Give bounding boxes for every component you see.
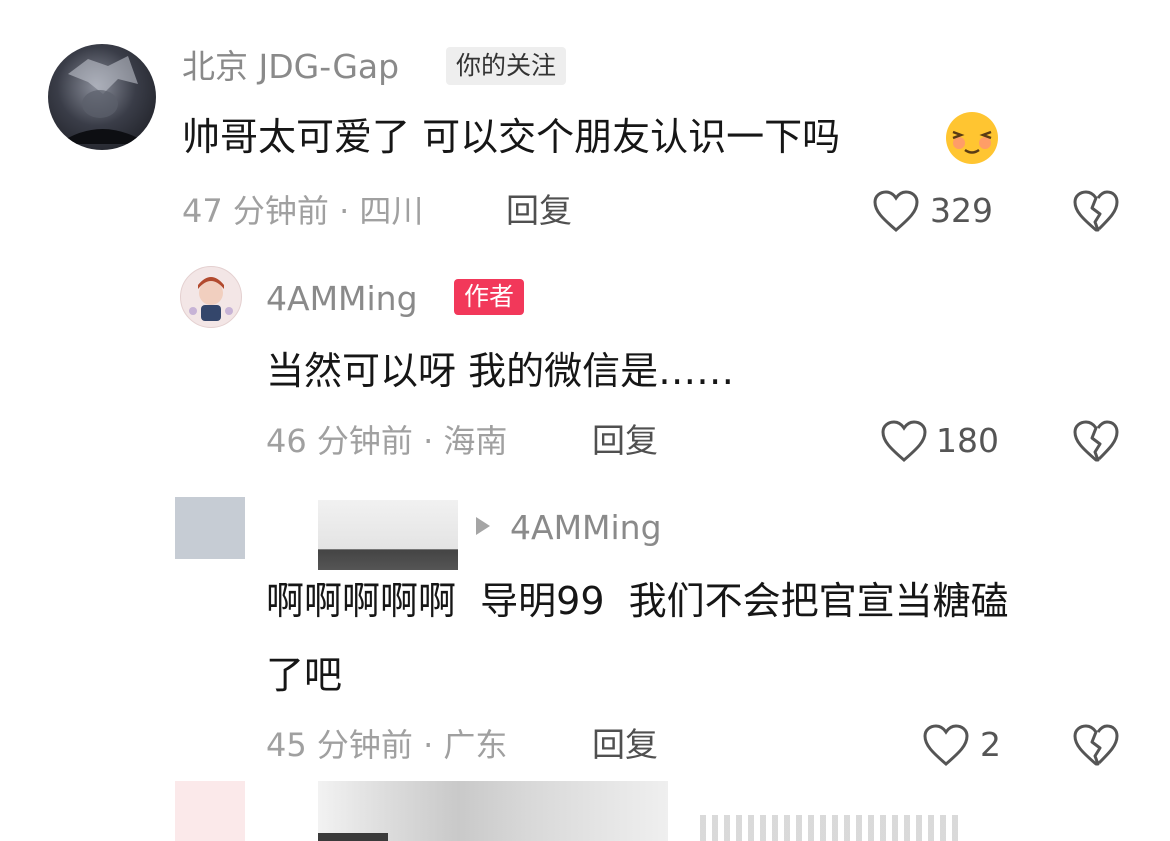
- reply-to-username[interactable]: 4AMMing: [510, 505, 662, 551]
- comment-meta: 46 分钟前 · 海南: [266, 418, 507, 464]
- comment-username[interactable]: 北京 JDG-Gap: [182, 44, 399, 90]
- username-redacted: [318, 500, 458, 570]
- reply-button[interactable]: 回复: [506, 188, 572, 234]
- like-count: 180: [936, 421, 999, 460]
- avatar-redacted[interactable]: [175, 781, 245, 841]
- like-count: 329: [930, 191, 993, 230]
- reply-arrow-icon: [474, 515, 492, 537]
- reply-to-redacted: [700, 815, 960, 841]
- author-badge: 作者: [454, 279, 525, 315]
- avatar-image: [189, 277, 233, 321]
- heart-icon[interactable]: [872, 190, 920, 232]
- timestamp: 47 分钟前: [182, 192, 329, 230]
- avatar[interactable]: [180, 266, 242, 328]
- location: · 广东: [423, 726, 508, 764]
- comment-text: 当然可以呀 我的微信是……: [266, 349, 735, 393]
- comment-meta: 45 分钟前 · 广东: [266, 722, 507, 768]
- comment-text: 帅哥太可爱了 可以交个朋友认识一下吗: [182, 110, 840, 164]
- username-redacted-bar: [318, 833, 388, 841]
- dislike-broken-heart-icon[interactable]: [1072, 190, 1120, 232]
- timestamp: 45 分钟前: [266, 726, 413, 764]
- timestamp: 46 分钟前: [266, 422, 413, 460]
- comment-text-line-1: 啊啊啊啊啊 导明99 我们不会把官宣当糖磕: [266, 579, 1009, 623]
- comment-meta: 47 分钟前 · 四川: [182, 188, 423, 234]
- comment-text-body: 帅哥太可爱了 可以交个朋友认识一下吗: [182, 115, 841, 159]
- shy-smile-emoji-icon: [943, 110, 1001, 166]
- avatar[interactable]: [48, 44, 156, 150]
- dislike-broken-heart-icon[interactable]: [1072, 420, 1120, 462]
- like-count: 2: [980, 725, 1001, 764]
- reply-button[interactable]: 回复: [592, 418, 658, 464]
- heart-icon[interactable]: [880, 420, 928, 462]
- comment-text-line-2: 了吧: [266, 653, 343, 697]
- username-redacted: [318, 781, 668, 841]
- following-badge: 你的关注: [446, 47, 567, 85]
- dislike-broken-heart-icon[interactable]: [1072, 724, 1120, 766]
- avatar-redacted[interactable]: [175, 497, 245, 559]
- location: · 海南: [423, 422, 508, 460]
- location: · 四川: [339, 192, 424, 230]
- reply-button[interactable]: 回复: [592, 722, 658, 768]
- avatar-image: [58, 56, 148, 144]
- comment-username[interactable]: 4AMMing: [266, 276, 418, 322]
- heart-icon[interactable]: [922, 724, 970, 766]
